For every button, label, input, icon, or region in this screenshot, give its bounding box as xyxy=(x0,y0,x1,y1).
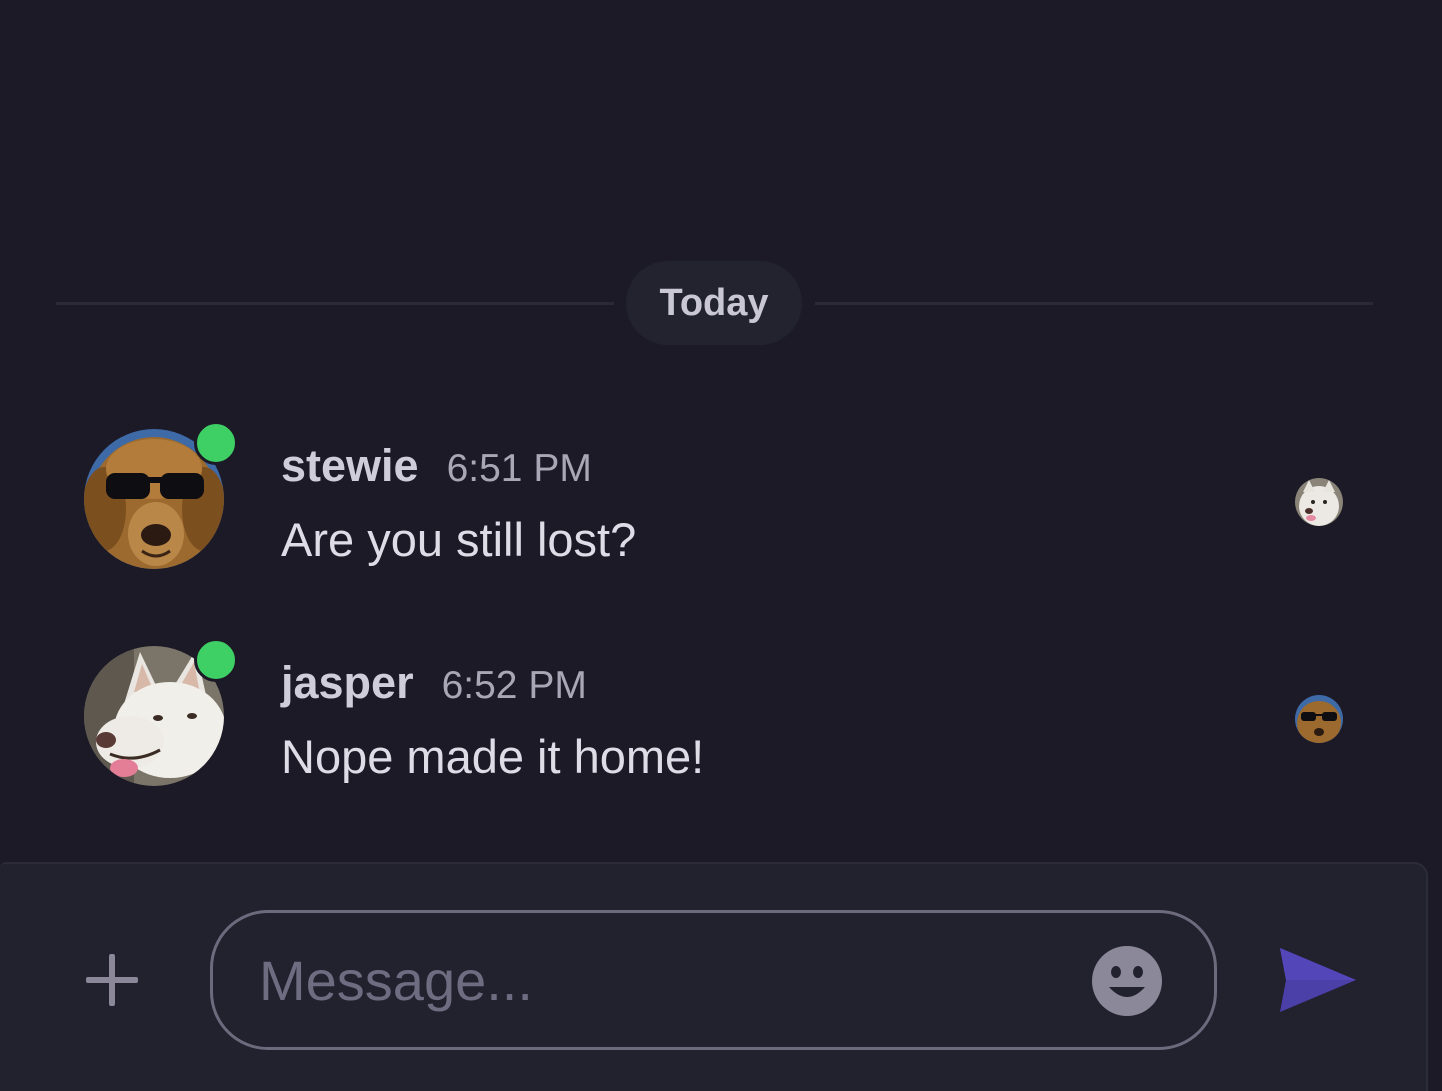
message-author[interactable]: jasper xyxy=(281,657,414,709)
message-composer xyxy=(0,862,1428,1091)
message-input-wrapper xyxy=(210,910,1217,1050)
date-divider-label: Today xyxy=(626,261,802,345)
message-text: Are you still lost? xyxy=(281,513,637,566)
message-text: Nope made it home! xyxy=(281,730,705,783)
message-input[interactable] xyxy=(259,937,1079,1023)
message-item: stewie 6:51 PM Are you still lost? xyxy=(0,420,1442,580)
message-item: jasper 6:52 PM Nope made it home! xyxy=(0,637,1442,797)
message-timestamp: 6:52 PM xyxy=(441,664,587,707)
read-receipt-husky-avatar xyxy=(1295,478,1343,526)
read-receipt-retriever-avatar xyxy=(1295,695,1343,743)
message-author[interactable]: stewie xyxy=(281,440,419,492)
date-divider-line-left xyxy=(56,302,614,305)
chat-window: Today stewie 6:51 PM Are you still lost?… xyxy=(0,0,1442,1091)
message-timestamp: 6:51 PM xyxy=(446,447,592,490)
online-status-indicator xyxy=(194,421,238,465)
plus-icon[interactable] xyxy=(84,952,140,1008)
send-arrow-icon[interactable] xyxy=(1276,944,1358,1016)
smiley-face-icon[interactable] xyxy=(1091,945,1163,1017)
message-header: jasper 6:52 PM xyxy=(281,657,587,709)
message-header: stewie 6:51 PM xyxy=(281,440,592,492)
date-divider-line-right xyxy=(815,302,1373,305)
online-status-indicator xyxy=(194,638,238,682)
